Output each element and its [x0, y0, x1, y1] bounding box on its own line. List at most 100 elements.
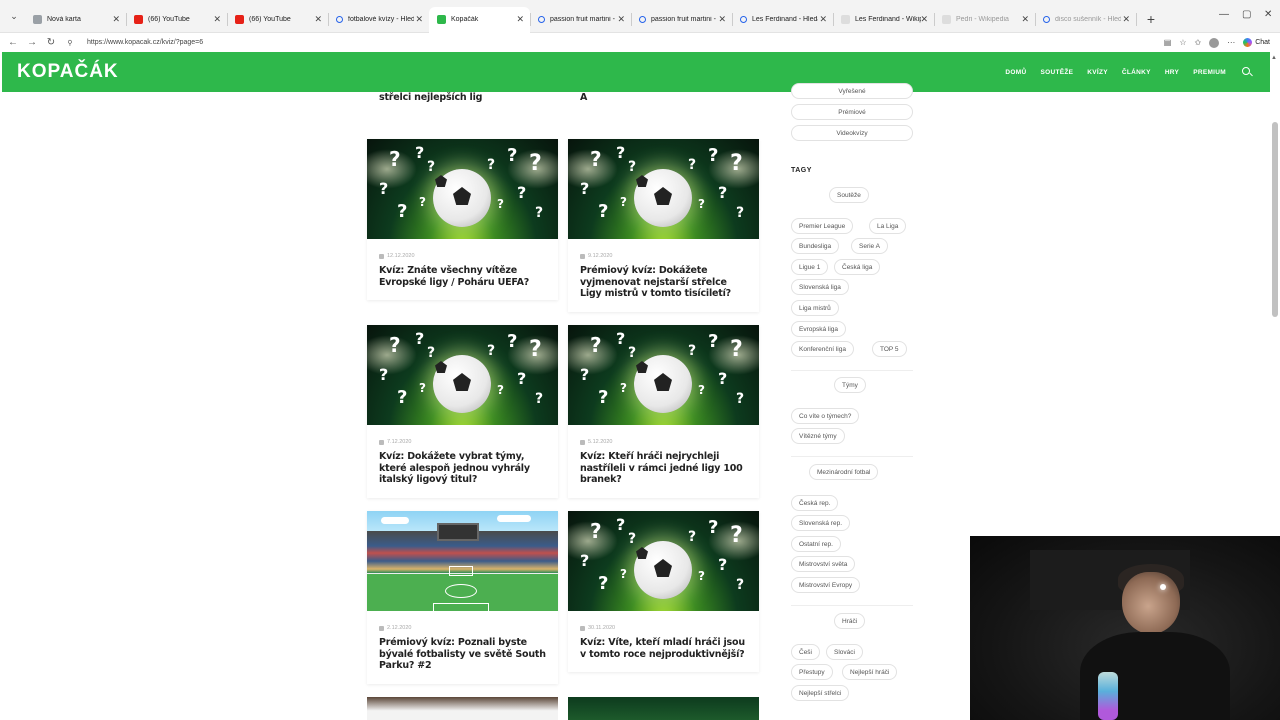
- copilot-chat-button[interactable]: Chat: [1243, 38, 1270, 47]
- site-logo[interactable]: KOPAČÁK: [17, 61, 119, 83]
- search-icon[interactable]: [1242, 66, 1250, 75]
- browser-tab[interactable]: (66) YouTube ✕: [126, 7, 228, 33]
- tab-close-icon[interactable]: ✕: [1021, 14, 1029, 25]
- card-thumbnail[interactable]: ????????????: [568, 511, 759, 611]
- maximize-icon[interactable]: ▢: [1242, 9, 1251, 20]
- nav-quizzes[interactable]: KVÍZY: [1087, 69, 1108, 76]
- tag-pill[interactable]: Premier League: [791, 218, 854, 234]
- tag-group-players[interactable]: Hráči: [834, 613, 866, 629]
- tag-pill[interactable]: TOP 5: [872, 341, 907, 357]
- tag-pill[interactable]: Konferenční liga: [791, 341, 854, 357]
- minimize-icon[interactable]: —: [1219, 9, 1229, 20]
- card-title[interactable]: A: [580, 92, 759, 104]
- quiz-card[interactable]: 2.12.2020 Prémiový kvíz: Poznali byste bý…: [367, 511, 558, 684]
- tag-pill[interactable]: Mistrovství světa: [791, 556, 856, 572]
- tab-close-icon[interactable]: ✕: [617, 14, 625, 25]
- browser-tab[interactable]: (66) YouTube ✕: [227, 7, 329, 33]
- browser-tab[interactable]: Les Ferdinand - Hledat ✕: [732, 7, 834, 33]
- quiz-card[interactable]: ???????????? 12.12.2020 Kvíz: Znáte všechn…: [367, 139, 558, 300]
- scrollbar-thumb[interactable]: [1272, 122, 1278, 317]
- tag-pill[interactable]: Slovenská liga: [791, 279, 849, 295]
- favorite-star-icon[interactable]: ☆: [1179, 38, 1186, 47]
- nav-games[interactable]: HRY: [1165, 69, 1179, 76]
- card-thumbnail-partial[interactable]: [568, 697, 759, 720]
- nav-premium[interactable]: PREMIUM: [1193, 69, 1226, 76]
- tab-close-icon[interactable]: ✕: [516, 14, 524, 25]
- tag-pill[interactable]: Česká liga: [834, 259, 881, 275]
- quiz-card[interactable]: ???????????? 5.12.2020 Kvíz: Kteří hráči n…: [568, 325, 759, 498]
- card-title[interactable]: Kvíz: Kteří hráči nejrychleji nastříleli…: [580, 451, 747, 486]
- tab-close-icon[interactable]: ✕: [920, 14, 928, 25]
- tag-pill[interactable]: Vítězné týmy: [791, 428, 845, 444]
- tab-close-icon[interactable]: ✕: [112, 14, 120, 25]
- filter-pill-video[interactable]: Videokvízy: [791, 125, 913, 141]
- browser-tab[interactable]: disco sušenník - Hledat ✕: [1035, 7, 1137, 33]
- tab-close-icon[interactable]: ✕: [415, 14, 423, 25]
- card-thumbnail[interactable]: ????????????: [568, 139, 759, 239]
- card-title[interactable]: Kvíz: Dokážete vybrat týmy, které alespo…: [379, 451, 546, 486]
- browser-tab[interactable]: Les Ferdinand - Wikipedie✕: [833, 7, 935, 33]
- filter-pill-premium[interactable]: Prémiové: [791, 104, 913, 120]
- tab-close-icon[interactable]: ✕: [314, 14, 322, 25]
- card-title[interactable]: Kvíz: Znáte všechny vítěze Evropské ligy…: [379, 265, 546, 288]
- tab-actions-icon[interactable]: ⌄: [3, 5, 25, 27]
- browser-tab[interactable]: fotbalové kvízy - Hledat ✕: [328, 7, 430, 33]
- card-thumbnail[interactable]: ????????????: [367, 325, 558, 425]
- window-close-icon[interactable]: ✕: [1264, 9, 1272, 20]
- tag-pill[interactable]: Serie A: [851, 238, 888, 254]
- profile-avatar[interactable]: [1209, 37, 1220, 48]
- nav-competitions[interactable]: SOUTĚŽE: [1040, 69, 1073, 76]
- browser-tab[interactable]: passion fruit martini - Hledat✕: [631, 7, 733, 33]
- browser-tab[interactable]: Pedri - Wikipedia ✕: [934, 7, 1036, 33]
- card-thumbnail[interactable]: ????????????: [367, 139, 558, 239]
- card-partial-left[interactable]: střelci nejlepších lig: [367, 92, 558, 132]
- card-thumbnail-partial[interactable]: [367, 697, 558, 720]
- tab-close-icon[interactable]: ✕: [213, 14, 221, 25]
- card-title[interactable]: Prémiový kvíz: Poznali byste bývalé fotb…: [379, 637, 546, 672]
- scroll-up-icon[interactable]: ▲: [1271, 55, 1277, 61]
- tag-pill[interactable]: Češi: [791, 644, 821, 660]
- back-icon[interactable]: ←: [4, 37, 22, 48]
- tag-group-international[interactable]: Mezinárodní fotbal: [809, 464, 879, 480]
- tag-pill[interactable]: Mistrovství Evropy: [791, 577, 861, 593]
- reader-mode-icon[interactable]: ▤: [1164, 38, 1172, 47]
- card-thumbnail[interactable]: [367, 511, 558, 611]
- tag-pill[interactable]: Slováci: [826, 644, 863, 660]
- site-info-icon[interactable]: ⚲: [61, 39, 79, 47]
- card-title[interactable]: Prémiový kvíz: Dokážete vyjmenovat nejst…: [580, 265, 747, 300]
- tab-close-icon[interactable]: ✕: [819, 14, 827, 25]
- browser-tab[interactable]: passion fruit martini - Hledat✕: [530, 7, 632, 33]
- card-thumbnail[interactable]: ????????????: [568, 325, 759, 425]
- tag-pill[interactable]: Liga mistrů: [791, 300, 839, 316]
- url-field[interactable]: https://www.kopacak.cz/kviz/?page=6: [87, 39, 203, 46]
- nav-articles[interactable]: ČLÁNKY: [1122, 69, 1151, 76]
- nav-home[interactable]: DOMŮ: [1005, 69, 1026, 76]
- card-title[interactable]: Kvíz: Víte, kteří mladí hráči jsou v tom…: [580, 637, 747, 660]
- favorites-icon[interactable]: ✩: [1195, 38, 1202, 47]
- browser-tab[interactable]: Nová karta ✕: [25, 7, 127, 33]
- quiz-card[interactable]: ???????????? 7.12.2020 Kvíz: Dokážete vybr…: [367, 325, 558, 498]
- card-title[interactable]: střelci nejlepších lig: [379, 92, 558, 104]
- tag-pill[interactable]: Co víte o týmech?: [791, 408, 860, 424]
- tag-pill[interactable]: Ostatní rep.: [791, 536, 841, 552]
- tag-pill[interactable]: La Liga: [869, 218, 907, 234]
- more-icon[interactable]: ⋯: [1227, 38, 1235, 47]
- tag-pill[interactable]: Evropská liga: [791, 321, 847, 337]
- tab-close-icon[interactable]: ✕: [718, 14, 726, 25]
- tag-group-teams[interactable]: Týmy: [834, 377, 866, 393]
- card-partial-right[interactable]: A: [568, 92, 759, 132]
- reload-icon[interactable]: ↻: [42, 37, 60, 48]
- forward-icon[interactable]: →: [23, 37, 41, 48]
- filter-pill-solved[interactable]: Vyřešené: [791, 83, 913, 99]
- tab-close-icon[interactable]: ✕: [1122, 14, 1130, 25]
- new-tab-button[interactable]: +: [1140, 8, 1162, 30]
- quiz-card[interactable]: ???????????? 30.11.2020 Kvíz: Víte, kteří …: [568, 511, 759, 672]
- tag-pill[interactable]: Česká rep.: [791, 495, 839, 511]
- tag-pill[interactable]: Nejlepší střelci: [791, 685, 850, 701]
- tag-pill[interactable]: Bundesliga: [791, 238, 840, 254]
- quiz-card[interactable]: ???????????? 9.12.2020 Prémiový kvíz: Doká…: [568, 139, 759, 312]
- tag-group-competitions[interactable]: Soutěže: [829, 187, 869, 203]
- tag-pill[interactable]: Slovenská rep.: [791, 515, 850, 531]
- tag-pill[interactable]: Nejlepší hráči: [842, 664, 898, 680]
- tag-pill[interactable]: Ligue 1: [791, 259, 829, 275]
